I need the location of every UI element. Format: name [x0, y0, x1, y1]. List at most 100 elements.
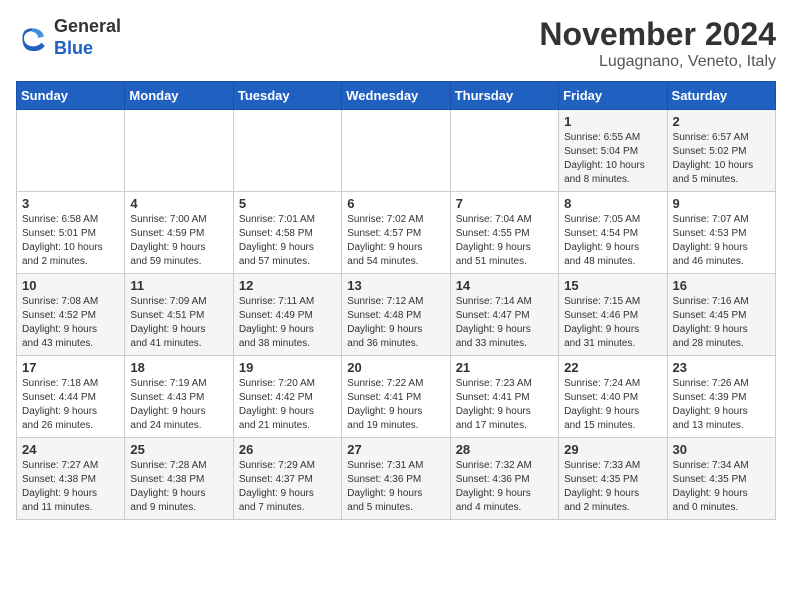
calendar-cell [17, 110, 125, 192]
day-info: Sunrise: 7:19 AM Sunset: 4:43 PM Dayligh… [130, 377, 227, 433]
calendar-cell: 11Sunrise: 7:09 AM Sunset: 4:51 PM Dayli… [125, 274, 233, 356]
day-number: 15 [564, 278, 661, 293]
day-number: 30 [673, 442, 770, 457]
calendar-cell: 17 Sunrise: 7:18 AM Sunset: 4:44 PM Dayli… [17, 356, 125, 438]
calendar-week-row: 10 Sunrise: 7:08 AM Sunset: 4:52 PM Dayli… [17, 274, 776, 356]
calendar-cell: 6 Sunrise: 7:02 AM Sunset: 4:57 PM Daylig… [342, 192, 450, 274]
calendar-cell: 25Sunrise: 7:28 AM Sunset: 4:38 PM Dayli… [125, 438, 233, 520]
calendar-cell: 14 Sunrise: 7:14 AM Sunset: 4:47 PM Dayli… [450, 274, 558, 356]
calendar-cell: 10 Sunrise: 7:08 AM Sunset: 4:52 PM Dayli… [17, 274, 125, 356]
day-number: 5 [239, 196, 336, 211]
day-info: Sunrise: 7:32 AM Sunset: 4:36 PM Dayligh… [456, 459, 553, 515]
day-info: Sunrise: 7:11 AM Sunset: 4:49 PM Dayligh… [239, 295, 336, 351]
month-title: November 2024 [539, 16, 776, 53]
day-number: 29 [564, 442, 661, 457]
weekday-header: Wednesday [342, 82, 450, 110]
calendar-cell [125, 110, 233, 192]
weekday-header: Sunday [17, 82, 125, 110]
calendar-cell [450, 110, 558, 192]
calendar-cell: 13 Sunrise: 7:12 AM Sunset: 4:48 PM Dayli… [342, 274, 450, 356]
day-number: 6 [347, 196, 444, 211]
day-info: Sunrise: 7:14 AM Sunset: 4:47 PM Dayligh… [456, 295, 553, 351]
day-number: 11 [130, 278, 227, 293]
day-info: Sunrise: 7:26 AM Sunset: 4:39 PM Dayligh… [673, 377, 770, 433]
page-header: General Blue November 2024 Lugagnano, Ve… [16, 16, 776, 71]
calendar-cell: 28 Sunrise: 7:32 AM Sunset: 4:36 PM Dayli… [450, 438, 558, 520]
day-number: 7 [456, 196, 553, 211]
day-number: 17 [22, 360, 119, 375]
day-number: 3 [22, 196, 119, 211]
logo-text: General Blue [54, 16, 121, 59]
day-number: 26 [239, 442, 336, 457]
day-info: Sunrise: 7:28 AM Sunset: 4:38 PM Dayligh… [130, 459, 227, 515]
day-number: 20 [347, 360, 444, 375]
calendar-table: SundayMondayTuesdayWednesdayThursdayFrid… [16, 81, 776, 520]
calendar-cell: 29Sunrise: 7:33 AM Sunset: 4:35 PM Dayli… [559, 438, 667, 520]
calendar-week-row: 17 Sunrise: 7:18 AM Sunset: 4:44 PM Dayli… [17, 356, 776, 438]
calendar-cell: 4 Sunrise: 7:00 AM Sunset: 4:59 PM Daylig… [125, 192, 233, 274]
day-info: Sunrise: 7:07 AM Sunset: 4:53 PM Dayligh… [673, 213, 770, 269]
day-info: Sunrise: 7:04 AM Sunset: 4:55 PM Dayligh… [456, 213, 553, 269]
weekday-header: Friday [559, 82, 667, 110]
day-number: 4 [130, 196, 227, 211]
calendar-cell: 16 Sunrise: 7:16 AM Sunset: 4:45 PM Dayli… [667, 274, 775, 356]
day-number: 14 [456, 278, 553, 293]
calendar-cell: 18 Sunrise: 7:19 AM Sunset: 4:43 PM Dayli… [125, 356, 233, 438]
day-info: Sunrise: 7:16 AM Sunset: 4:45 PM Dayligh… [673, 295, 770, 351]
calendar-week-row: 24 Sunrise: 7:27 AM Sunset: 4:38 PM Dayli… [17, 438, 776, 520]
day-number: 8 [564, 196, 661, 211]
calendar-cell: 20 Sunrise: 7:22 AM Sunset: 4:41 PM Dayli… [342, 356, 450, 438]
day-number: 24 [22, 442, 119, 457]
day-number: 9 [673, 196, 770, 211]
day-number: 1 [564, 114, 661, 129]
day-info: Sunrise: 7:27 AM Sunset: 4:38 PM Dayligh… [22, 459, 119, 515]
day-number: 28 [456, 442, 553, 457]
day-number: 2 [673, 114, 770, 129]
calendar-cell: 19 Sunrise: 7:20 AM Sunset: 4:42 PM Dayli… [233, 356, 341, 438]
day-number: 27 [347, 442, 444, 457]
day-info: Sunrise: 7:01 AM Sunset: 4:58 PM Dayligh… [239, 213, 336, 269]
day-number: 19 [239, 360, 336, 375]
day-info: Sunrise: 7:00 AM Sunset: 4:59 PM Dayligh… [130, 213, 227, 269]
day-info: Sunrise: 7:12 AM Sunset: 4:48 PM Dayligh… [347, 295, 444, 351]
calendar-week-row: 3 Sunrise: 6:58 AM Sunset: 5:01 PM Daylig… [17, 192, 776, 274]
day-number: 13 [347, 278, 444, 293]
calendar-week-row: 1 Sunrise: 6:55 AM Sunset: 5:04 PM Daylig… [17, 110, 776, 192]
calendar-cell: 2 Sunrise: 6:57 AM Sunset: 5:02 PM Daylig… [667, 110, 775, 192]
weekday-header: Monday [125, 82, 233, 110]
calendar-cell: 5 Sunrise: 7:01 AM Sunset: 4:58 PM Daylig… [233, 192, 341, 274]
logo-icon [16, 22, 48, 54]
day-info: Sunrise: 7:02 AM Sunset: 4:57 PM Dayligh… [347, 213, 444, 269]
calendar-cell: 9 Sunrise: 7:07 AM Sunset: 4:53 PM Daylig… [667, 192, 775, 274]
day-info: Sunrise: 6:58 AM Sunset: 5:01 PM Dayligh… [22, 213, 119, 269]
calendar-cell: 1 Sunrise: 6:55 AM Sunset: 5:04 PM Daylig… [559, 110, 667, 192]
day-info: Sunrise: 7:18 AM Sunset: 4:44 PM Dayligh… [22, 377, 119, 433]
day-info: Sunrise: 7:24 AM Sunset: 4:40 PM Dayligh… [564, 377, 661, 433]
calendar-header-row: SundayMondayTuesdayWednesdayThursdayFrid… [17, 82, 776, 110]
day-info: Sunrise: 7:20 AM Sunset: 4:42 PM Dayligh… [239, 377, 336, 433]
location: Lugagnano, Veneto, Italy [539, 53, 776, 71]
calendar-cell: 3 Sunrise: 6:58 AM Sunset: 5:01 PM Daylig… [17, 192, 125, 274]
day-info: Sunrise: 7:08 AM Sunset: 4:52 PM Dayligh… [22, 295, 119, 351]
day-info: Sunrise: 7:22 AM Sunset: 4:41 PM Dayligh… [347, 377, 444, 433]
calendar-cell: 22 Sunrise: 7:24 AM Sunset: 4:40 PM Dayli… [559, 356, 667, 438]
day-number: 22 [564, 360, 661, 375]
day-info: Sunrise: 6:57 AM Sunset: 5:02 PM Dayligh… [673, 131, 770, 187]
day-info: Sunrise: 7:15 AM Sunset: 4:46 PM Dayligh… [564, 295, 661, 351]
day-info: Sunrise: 7:29 AM Sunset: 4:37 PM Dayligh… [239, 459, 336, 515]
calendar-cell: 7 Sunrise: 7:04 AM Sunset: 4:55 PM Daylig… [450, 192, 558, 274]
weekday-header: Tuesday [233, 82, 341, 110]
calendar-cell: 23Sunrise: 7:26 AM Sunset: 4:39 PM Dayli… [667, 356, 775, 438]
logo: General Blue [16, 16, 121, 59]
calendar-cell: 27 Sunrise: 7:31 AM Sunset: 4:36 PM Dayli… [342, 438, 450, 520]
day-number: 21 [456, 360, 553, 375]
day-info: Sunrise: 6:55 AM Sunset: 5:04 PM Dayligh… [564, 131, 661, 187]
day-number: 10 [22, 278, 119, 293]
day-info: Sunrise: 7:23 AM Sunset: 4:41 PM Dayligh… [456, 377, 553, 433]
day-info: Sunrise: 7:31 AM Sunset: 4:36 PM Dayligh… [347, 459, 444, 515]
calendar-cell: 21 Sunrise: 7:23 AM Sunset: 4:41 PM Dayli… [450, 356, 558, 438]
day-number: 18 [130, 360, 227, 375]
day-info: Sunrise: 7:34 AM Sunset: 4:35 PM Dayligh… [673, 459, 770, 515]
day-info: Sunrise: 7:05 AM Sunset: 4:54 PM Dayligh… [564, 213, 661, 269]
day-number: 16 [673, 278, 770, 293]
